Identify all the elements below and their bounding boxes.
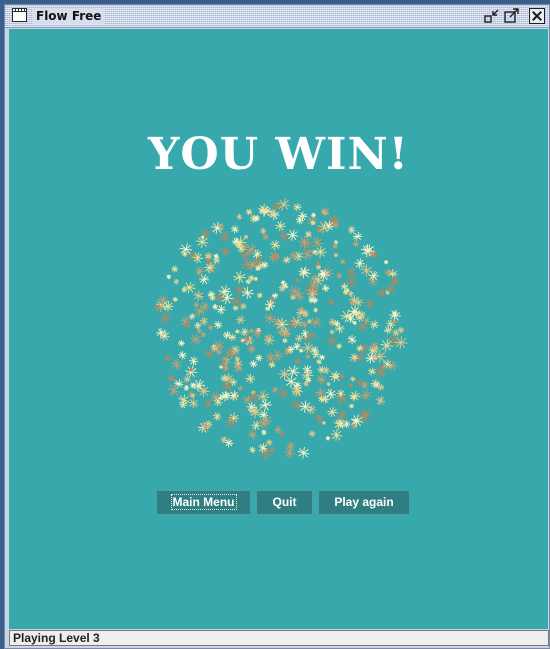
window-icon [12, 8, 27, 22]
main-menu-button[interactable]: Main Menu [156, 490, 251, 515]
app-window: Flow Free YOU WIN! Main Menu Quit Play a… [4, 4, 550, 649]
fireworks-icon [154, 198, 408, 460]
game-panel: YOU WIN! Main Menu Quit Play again [9, 29, 548, 629]
iconify-icon[interactable] [484, 8, 500, 24]
close-icon[interactable] [529, 8, 545, 24]
quit-button[interactable]: Quit [256, 490, 313, 515]
status-bar: Playing Level 3 [9, 630, 549, 646]
play-again-button[interactable]: Play again [318, 490, 410, 515]
maximize-icon[interactable] [504, 8, 520, 24]
window-title: Flow Free [33, 8, 105, 24]
win-title: YOU WIN! [148, 129, 409, 180]
main-menu-label: Main Menu [170, 494, 237, 510]
title-bar[interactable]: Flow Free [5, 5, 549, 28]
